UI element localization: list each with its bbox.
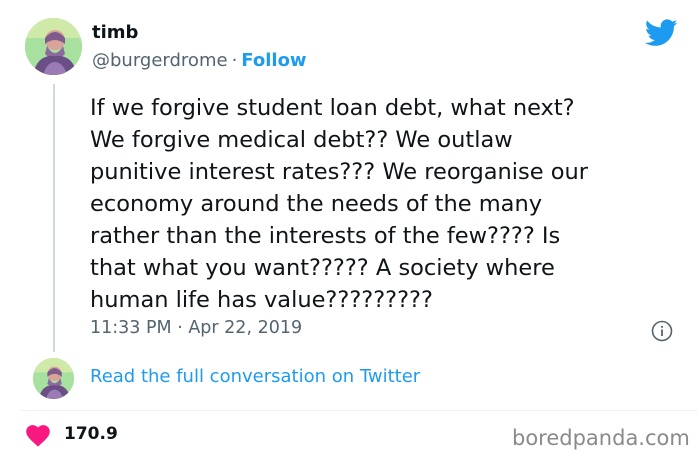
heart-icon[interactable] (26, 425, 50, 447)
read-full-conversation-link[interactable]: Read the full conversation on Twitter (90, 366, 420, 387)
tweet-body-text: If we forgive student loan debt, what ne… (90, 95, 589, 313)
author-display-name[interactable]: timb (92, 22, 138, 43)
twitter-bird-icon[interactable] (645, 19, 678, 47)
actions-divider (20, 410, 698, 411)
user-avatar-icon (25, 18, 82, 75)
author-handle-row: @burgerdrome · Follow (92, 50, 307, 71)
follow-button[interactable]: Follow (241, 50, 306, 71)
thread-author-avatar[interactable] (33, 358, 74, 399)
author-handle[interactable]: @burgerdrome (92, 50, 228, 71)
thread-connector-line (53, 84, 55, 352)
user-avatar-icon (33, 358, 74, 399)
like-count[interactable]: 170.9 (64, 424, 118, 444)
boredpanda-watermark: boredpanda.com (512, 426, 690, 450)
info-icon[interactable] (651, 320, 673, 342)
tweet-timestamp[interactable]: 11:33 PM · Apr 22, 2019 (90, 318, 302, 338)
tweet-embed-card: timb @burgerdrome · Follow If we forgive s… (0, 0, 700, 461)
handle-separator: · (231, 50, 238, 71)
author-avatar[interactable] (25, 18, 82, 75)
